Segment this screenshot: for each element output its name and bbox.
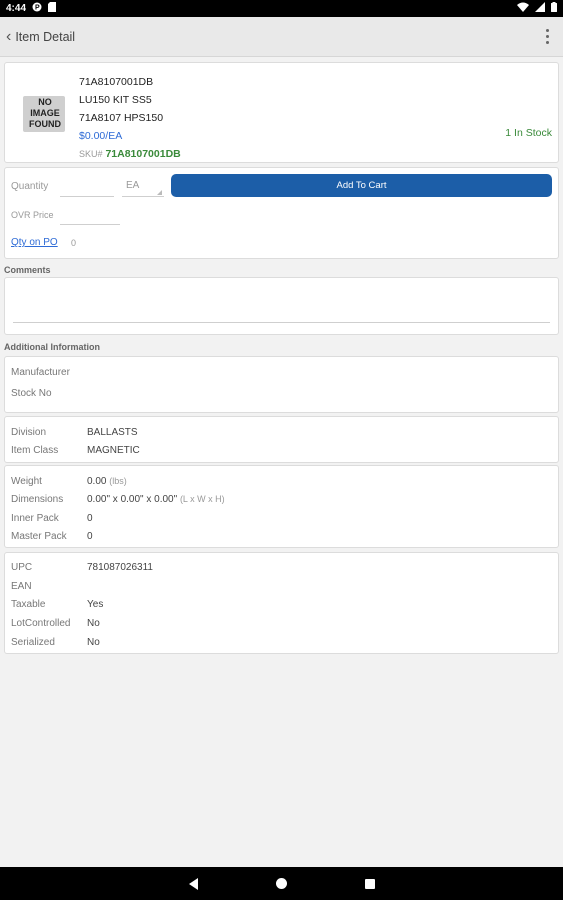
uom-underline	[122, 196, 164, 197]
item-summary-card: NO IMAGE FOUND 71A8107001DB LU150 KIT SS…	[4, 62, 559, 163]
item-part-number: 71A8107001DB	[79, 76, 154, 88]
add-to-cart-button[interactable]: Add To Cart	[171, 174, 552, 197]
dimensions-unit: (L x W x H)	[179, 494, 225, 504]
ean-label: EAN	[11, 581, 32, 592]
master-pack-value: 0	[87, 531, 93, 542]
manufacturer-card: Manufacturer Stock No	[4, 356, 559, 413]
quantity-input[interactable]	[60, 196, 114, 197]
division-label: Division	[11, 427, 47, 438]
upc-label: UPC	[11, 562, 33, 573]
qty-on-po-value: 0	[71, 238, 77, 248]
nav-back-icon[interactable]	[188, 877, 198, 890]
sku-label: SKU#	[79, 149, 103, 159]
weight-unit: (lbs)	[109, 476, 127, 486]
inner-pack-label: Inner Pack	[11, 513, 59, 524]
division-value: BALLASTS	[87, 427, 138, 438]
chevron-left-icon: ‹	[6, 27, 12, 45]
app-notification-icon: P	[32, 2, 42, 15]
item-class-label: Item Class	[11, 445, 59, 456]
svg-text:P: P	[35, 5, 40, 12]
item-class-value: MAGNETIC	[87, 445, 140, 456]
nav-recents-icon[interactable]	[364, 878, 375, 889]
taxable-value: Yes	[87, 599, 104, 610]
additional-info-title: Additional Information	[4, 342, 100, 352]
order-card: Quantity EA Add To Cart OVR Price Qty on…	[4, 167, 559, 259]
weight-label: Weight	[11, 476, 42, 487]
uom-select[interactable]: EA	[126, 180, 139, 191]
toolbar: ‹ Item Detail	[0, 17, 563, 57]
upc-card: UPC 781087026311 EAN Taxable Yes LotCont…	[4, 552, 559, 654]
quantity-label: Quantity	[11, 181, 49, 192]
signal-icon	[535, 2, 545, 15]
qty-on-po-link[interactable]: Qty on PO	[11, 237, 58, 248]
comments-title: Comments	[4, 265, 51, 275]
dropdown-arrow-icon	[157, 190, 162, 195]
back-button[interactable]: ‹ Item Detail	[6, 27, 76, 45]
item-description-2: 71A8107 HPS150	[79, 112, 164, 124]
comments-input[interactable]	[13, 322, 550, 323]
comments-card	[4, 277, 559, 335]
lot-controlled-value: No	[87, 618, 100, 629]
upc-value: 781087026311	[87, 562, 153, 573]
sku-value: 71A8107001DB	[105, 148, 181, 160]
division-card: Division BALLASTS Item Class MAGNETIC	[4, 416, 559, 463]
item-price: $0.00/EA	[79, 130, 123, 142]
ovr-price-label: OVR Price	[11, 210, 54, 220]
status-time: 4:44	[6, 3, 27, 14]
system-nav-bar	[0, 867, 563, 900]
dimensions-card: Weight 0.00 (lbs) Dimensions 0.00" x 0.0…	[4, 465, 559, 548]
status-bar: 4:44 P	[0, 0, 563, 17]
overflow-menu-button[interactable]	[537, 25, 557, 49]
nav-home-icon[interactable]	[275, 878, 287, 889]
stock-status: 1 In Stock	[505, 127, 552, 139]
taxable-label: Taxable	[11, 599, 46, 610]
weight-value: 0.00	[87, 476, 107, 487]
lot-controlled-label: LotControlled	[11, 618, 71, 629]
page-title: Item Detail	[15, 29, 76, 44]
master-pack-label: Master Pack	[11, 531, 67, 542]
serialized-label: Serialized	[11, 637, 55, 648]
inner-pack-value: 0	[87, 513, 93, 524]
manufacturer-label: Manufacturer	[11, 367, 70, 378]
item-description-1: LU150 KIT SS5	[79, 94, 152, 106]
serialized-value: No	[87, 637, 100, 648]
dimensions-label: Dimensions	[11, 494, 64, 505]
stock-no-label: Stock No	[11, 388, 52, 399]
battery-icon	[551, 2, 557, 15]
wifi-icon	[517, 2, 529, 15]
sd-card-icon	[48, 2, 57, 15]
ovr-price-input[interactable]	[60, 224, 120, 225]
no-image-text: NO IMAGE FOUND	[29, 97, 61, 129]
dimensions-value: 0.00" x 0.00" x 0.00"	[87, 494, 178, 505]
